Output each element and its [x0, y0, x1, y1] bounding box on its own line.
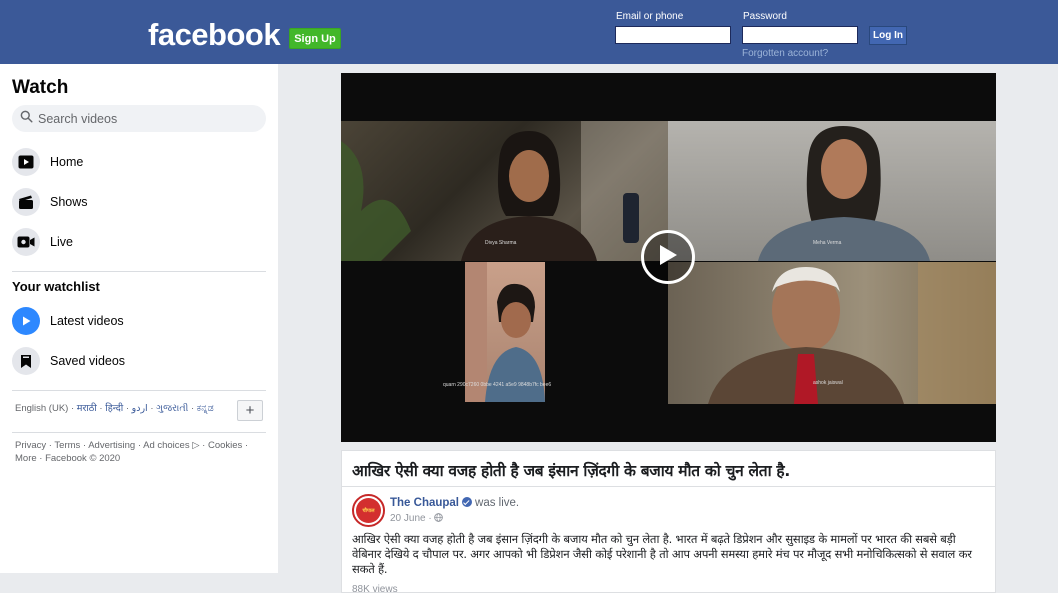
avatar[interactable]: चौपाल — [352, 494, 385, 527]
language-selector: English (UK) · मराठी · हिन्दी · اردو · ગ… — [15, 403, 214, 414]
page-name-link[interactable]: The Chaupal — [390, 497, 459, 509]
page-logo: चौपाल — [356, 498, 381, 523]
video-title: आखिर ऐसी क्या वजह होती है जब इंसान ज़िंद… — [352, 462, 790, 480]
sidebar-item-saved-videos[interactable]: Saved videos — [12, 346, 266, 376]
search-icon — [20, 110, 33, 128]
video-player[interactable]: Divya Sharma Meha Verma quarn 290c7260 0… — [341, 73, 996, 442]
watch-sidebar: Watch Search videos Home Shows Live Your… — [0, 64, 278, 573]
sidebar-title: Watch — [12, 77, 69, 98]
sidebar-divider — [12, 390, 266, 391]
post-body: आखिर ऐसी क्या वजह होती है जब इंसान ज़िंद… — [352, 532, 972, 576]
play-icon — [657, 243, 679, 272]
sidebar-item-label: Live — [50, 235, 73, 249]
sidebar-item-label: Shows — [50, 195, 88, 209]
participant-tile: Divya Sharma — [341, 121, 668, 261]
participant-tile — [465, 262, 545, 402]
view-count: 88K views — [352, 584, 398, 593]
password-input[interactable] — [742, 26, 858, 44]
avatar-text: चौपाल — [362, 507, 375, 514]
language-link[interactable]: मराठी — [77, 403, 97, 414]
sidebar-item-live[interactable]: Live — [12, 227, 266, 257]
sidebar-item-home[interactable]: Home — [12, 147, 266, 177]
sidebar-divider — [12, 271, 266, 272]
clapperboard-icon — [12, 188, 40, 216]
password-label: Password — [743, 11, 787, 22]
participant-name: Divya Sharma — [485, 240, 517, 246]
play-button[interactable] — [641, 230, 695, 284]
signup-button[interactable]: Sign Up — [289, 28, 341, 49]
language-link[interactable]: हिन्दी — [105, 403, 123, 414]
video-title-box: आखिर ऐसी क्या वजह होती है जब इंसान ज़िंद… — [341, 450, 996, 486]
participant-name: ashok jaiswal — [813, 380, 843, 386]
participant-tile: ashok jaiswal — [668, 262, 996, 404]
sidebar-item-latest-videos[interactable]: Latest videos — [12, 306, 266, 336]
sidebar-item-label: Saved videos — [50, 354, 126, 368]
post-date[interactable]: 20 June — [390, 513, 426, 524]
globe-icon — [434, 513, 444, 524]
play-screen-icon — [12, 148, 40, 176]
search-videos-field[interactable]: Search videos — [12, 105, 266, 132]
sidebar-item-shows[interactable]: Shows — [12, 187, 266, 217]
top-navbar: facebook Sign Up Email or phone Password… — [0, 0, 1058, 64]
participant-name: Meha Verma — [813, 240, 842, 246]
sidebar-item-label: Latest videos — [50, 314, 124, 328]
search-input[interactable]: Search videos — [38, 112, 117, 126]
post-card: चौपाल The Chaupal was live. 20 June · आखि… — [341, 486, 996, 593]
participant-name: quarn 290c7260 0bbe 4241 a5e9 9848b7fc b… — [443, 382, 552, 388]
language-link[interactable]: اردو — [132, 403, 148, 414]
facebook-logo[interactable]: facebook — [148, 17, 281, 53]
bookmark-icon — [12, 347, 40, 375]
verified-badge-icon — [462, 497, 473, 507]
post-meta: 20 June · — [390, 513, 444, 524]
footer-links[interactable]: Privacy · Terms · Advertising · Ad choic… — [15, 439, 265, 465]
forgotten-account-link[interactable]: Forgotten account? — [742, 48, 828, 59]
language-link[interactable]: ಕನ್ನಡ — [197, 403, 214, 414]
live-camera-icon — [12, 228, 40, 256]
post-header: The Chaupal was live. — [390, 497, 519, 509]
watchlist-heading: Your watchlist — [12, 279, 100, 294]
play-circle-icon — [12, 307, 40, 335]
email-input[interactable] — [615, 26, 731, 44]
sidebar-divider — [12, 432, 266, 433]
participant-tile: Meha Verma — [668, 121, 996, 261]
add-language-button[interactable]: + — [237, 400, 263, 421]
login-button[interactable]: Log In — [869, 26, 907, 45]
sidebar-item-label: Home — [50, 155, 84, 169]
language-link[interactable]: ગુજરાતી — [156, 403, 188, 414]
post-status: was live. — [475, 497, 520, 509]
email-label: Email or phone — [616, 11, 684, 22]
current-language: English (UK) — [15, 403, 69, 414]
